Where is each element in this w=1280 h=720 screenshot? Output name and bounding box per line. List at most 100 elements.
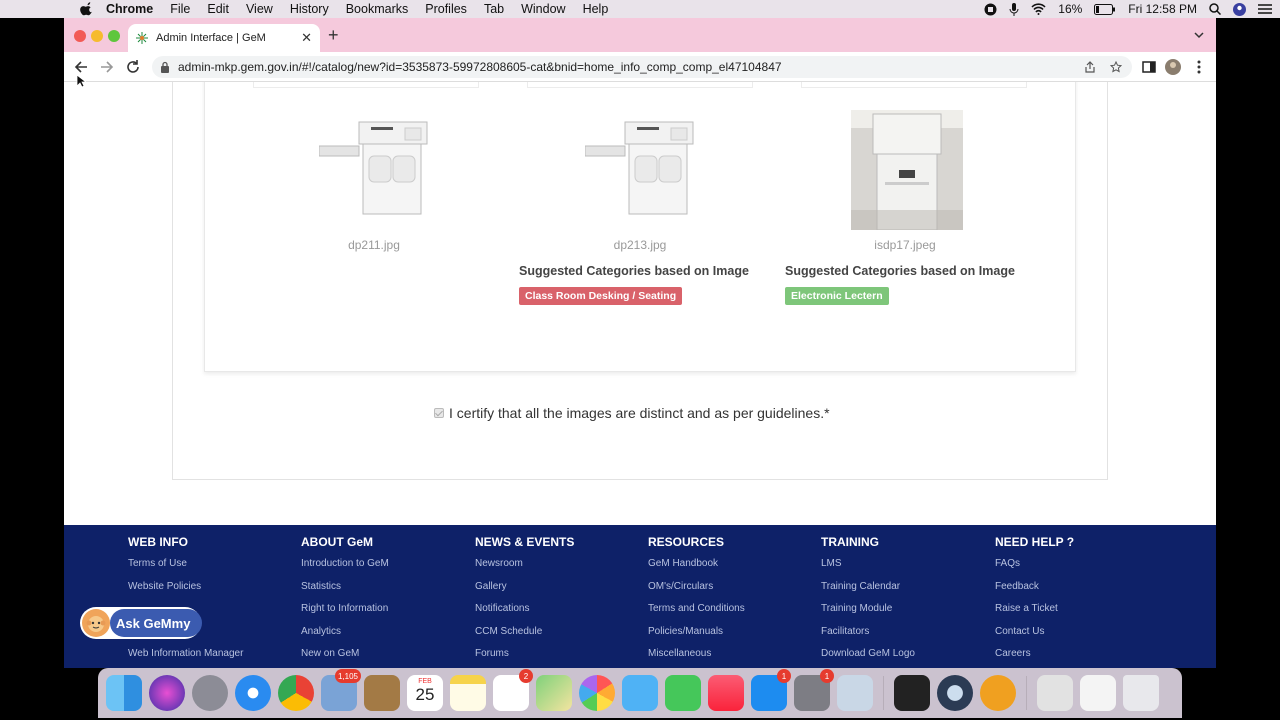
footer-link[interactable]: Introduction to GeM [301,557,389,580]
battery-icon[interactable] [1094,3,1116,15]
trash-icon[interactable] [1123,675,1159,711]
footer-link[interactable]: OM's/Circulars [648,580,745,603]
user-avatar-icon[interactable] [1233,2,1246,16]
footer-link[interactable]: Statistics [301,580,389,603]
downloads-folder-icon[interactable] [1080,675,1116,711]
minimize-window-button[interactable] [91,30,103,42]
printer-icon[interactable] [1037,675,1073,711]
category-tag-classroom-desking[interactable]: Class Room Desking / Seating [519,287,683,305]
side-panel-icon[interactable] [1140,58,1158,76]
record-icon[interactable] [984,3,997,16]
tab-search-chevron-icon[interactable] [1194,30,1204,40]
product-image-dp213[interactable] [585,116,695,220]
calendar-icon[interactable]: FEB 25 [407,675,443,711]
menu-view[interactable]: View [246,2,273,16]
messages-icon[interactable] [622,675,658,711]
chrome-icon[interactable] [278,675,314,711]
footer-link[interactable]: Web Information Manager [128,647,243,668]
app-store-icon[interactable]: 1 [751,669,791,711]
footer-link[interactable]: Notifications [475,602,574,625]
system-settings-icon[interactable]: 1 [794,669,834,711]
finder-icon[interactable] [106,675,142,711]
safari-icon[interactable] [235,675,271,711]
bookmark-star-icon[interactable] [1110,61,1122,73]
footer-link[interactable]: Newsroom [475,557,574,580]
footer-link[interactable]: Raise a Ticket [995,602,1074,625]
category-tag-electronic-lectern[interactable]: Electronic Lectern [785,287,889,305]
lock-icon[interactable] [160,61,170,73]
menu-app-name[interactable]: Chrome [106,2,153,16]
quicktime-icon[interactable] [937,675,973,711]
apple-icon[interactable] [80,2,94,16]
settings-badge: 1 [820,669,834,683]
product-image-isdp17[interactable] [851,110,963,230]
facetime-icon[interactable] [665,675,701,711]
footer-link[interactable]: GeM Handbook [648,557,745,580]
control-center-icon[interactable] [1258,3,1272,15]
address-bar[interactable]: admin-mkp.gem.gov.in/#!/catalog/new?id=3… [152,56,1132,78]
footer-column-about-gem: ABOUT GeM Introduction to GeM Statistics… [301,535,389,668]
forward-arrow-icon[interactable] [98,58,116,76]
browser-tab[interactable]: Admin Interface | GeM ✕ [128,24,320,52]
footer-link[interactable]: Careers [995,647,1074,668]
footer-link[interactable]: Terms of Use [128,557,243,580]
reload-icon[interactable] [124,58,142,76]
footer-link[interactable]: Terms and Conditions [648,602,745,625]
menu-profiles[interactable]: Profiles [425,2,467,16]
footer-link[interactable]: CCM Schedule [475,625,574,648]
ask-gemmy-chat-button[interactable]: Ask GeMmy [80,607,202,639]
audacity-icon[interactable] [980,675,1016,711]
notes-app-icon[interactable] [364,675,400,711]
upload-slot [801,82,1027,88]
certify-checkbox[interactable] [434,408,444,418]
footer-link[interactable]: Training Module [821,602,915,625]
terminal-icon[interactable] [894,675,930,711]
launchpad-icon[interactable] [192,675,228,711]
footer-link[interactable]: Policies/Manuals [648,625,745,648]
menu-history[interactable]: History [290,2,329,16]
mail-icon[interactable]: 1,105 [321,669,361,711]
footer-link[interactable]: Training Calendar [821,580,915,603]
product-image-dp211[interactable] [319,116,429,220]
maximize-window-button[interactable] [108,30,120,42]
footer-link[interactable]: Miscellaneous [648,647,745,668]
menu-edit[interactable]: Edit [207,2,229,16]
certify-checkbox-row[interactable]: I certify that all the images are distin… [434,405,830,421]
footer-link[interactable]: New on GeM [301,647,389,668]
photos-icon[interactable] [579,675,615,711]
siri-icon[interactable] [149,675,185,711]
tab-strip: Admin Interface | GeM ✕ + [64,18,1216,52]
profile-avatar-icon[interactable] [1164,58,1182,76]
menu-tab[interactable]: Tab [484,2,504,16]
wifi-icon[interactable] [1031,3,1046,15]
preview-icon[interactable] [837,675,873,711]
footer-link[interactable]: Website Policies [128,580,243,603]
footer-link[interactable]: Right to Information [301,602,389,625]
footer-link[interactable]: Download GeM Logo [821,647,915,668]
maps-icon[interactable] [536,675,572,711]
footer-link[interactable]: Facilitators [821,625,915,648]
close-window-button[interactable] [74,30,86,42]
menu-window[interactable]: Window [521,2,565,16]
reminders-icon[interactable]: 2 [493,669,533,711]
share-icon[interactable] [1084,61,1096,73]
menu-file[interactable]: File [170,2,190,16]
footer-link[interactable]: Feedback [995,580,1074,603]
music-icon[interactable] [708,675,744,711]
tab-close-icon[interactable]: ✕ [301,30,312,46]
footer-link[interactable]: Gallery [475,580,574,603]
footer-link[interactable]: Analytics [301,625,389,648]
menu-help[interactable]: Help [583,2,609,16]
footer-link[interactable]: LMS [821,557,915,580]
new-tab-button[interactable]: + [328,26,339,44]
microphone-icon[interactable] [1009,2,1019,16]
notes-icon[interactable] [450,675,486,711]
footer-link[interactable]: Forums [475,647,574,668]
spotlight-search-icon[interactable] [1209,3,1221,15]
mail-badge: 1,105 [334,669,361,683]
footer-link[interactable]: Contact Us [995,625,1074,648]
menu-bookmarks[interactable]: Bookmarks [346,2,409,16]
kebab-menu-icon[interactable] [1190,58,1208,76]
menubar-clock[interactable]: Fri 12:58 PM [1128,2,1197,16]
footer-link[interactable]: FAQs [995,557,1074,580]
